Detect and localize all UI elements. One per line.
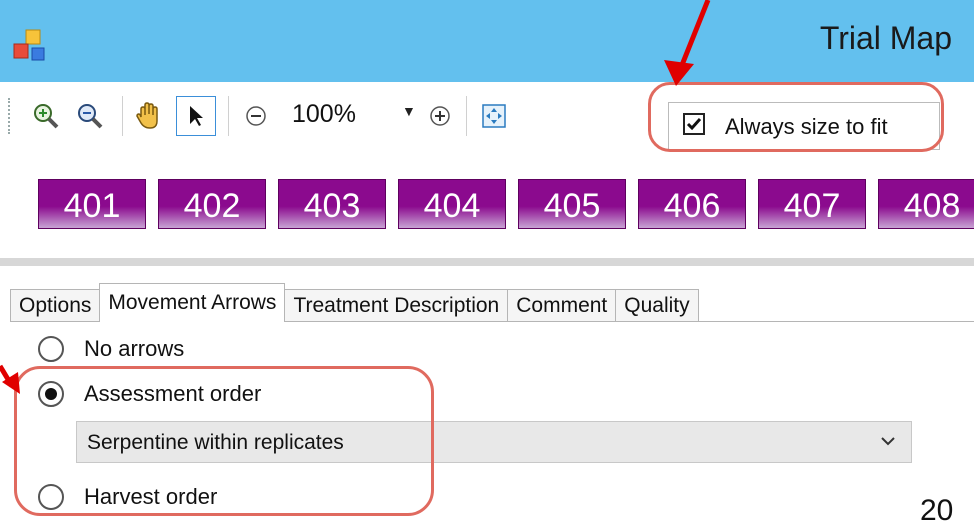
zoom-decrease-button[interactable] [240, 98, 272, 134]
tab-quality[interactable]: Quality [615, 289, 699, 322]
highlight-annotation [648, 82, 944, 152]
fit-to-window-button[interactable] [476, 98, 512, 134]
toolbar-grip[interactable] [8, 98, 13, 134]
zoom-in-icon [34, 104, 59, 129]
page-number: 20 [920, 494, 954, 527]
hand-icon [136, 102, 158, 129]
toolbar-separator [122, 96, 123, 136]
plot-cell[interactable]: 408 [878, 179, 974, 229]
plot-cell[interactable]: 406 [638, 179, 746, 229]
zoom-in-button[interactable] [28, 98, 64, 134]
zoom-out-icon [78, 104, 103, 129]
zoom-out-button[interactable] [72, 98, 108, 134]
radio-label-no-arrows: No arrows [84, 336, 185, 361]
tab-treatment-description[interactable]: Treatment Description [284, 289, 509, 322]
toolbar-separator [466, 96, 467, 136]
select-pointer-button[interactable] [176, 96, 216, 136]
pointer-icon [190, 106, 203, 126]
zoom-increase-button[interactable] [424, 98, 456, 134]
plot-cell[interactable]: 404 [398, 179, 506, 229]
highlight-annotation [14, 366, 434, 516]
app-icon [13, 29, 45, 61]
pan-button[interactable] [130, 98, 168, 134]
plot-cell[interactable]: 402 [158, 179, 266, 229]
plot-cell[interactable]: 405 [518, 179, 626, 229]
tab-options[interactable]: Options [10, 289, 101, 322]
chevron-down-icon [881, 437, 895, 446]
radio-no-arrows[interactable] [38, 336, 64, 362]
toolbar-separator [228, 96, 229, 136]
plot-cell[interactable]: 403 [278, 179, 386, 229]
title-bar: Trial Map [0, 0, 974, 82]
plot-cell[interactable]: 407 [758, 179, 866, 229]
fit-window-icon [482, 104, 506, 128]
trial-map-plots: 401 402 403 404 405 406 407 408 [0, 154, 974, 258]
plot-cell[interactable]: 401 [38, 179, 146, 229]
zoom-dropdown-arrow[interactable]: ▼ [402, 103, 416, 119]
tab-comment[interactable]: Comment [507, 289, 617, 322]
zoom-level-value[interactable]: 100% [292, 100, 356, 129]
tab-strip: Options Movement Arrows Treatment Descri… [10, 283, 699, 322]
window-title: Trial Map [819, 20, 952, 56]
plus-circle-icon [430, 106, 450, 126]
tab-movement-arrows[interactable]: Movement Arrows [99, 283, 286, 322]
minus-circle-icon [246, 106, 266, 126]
